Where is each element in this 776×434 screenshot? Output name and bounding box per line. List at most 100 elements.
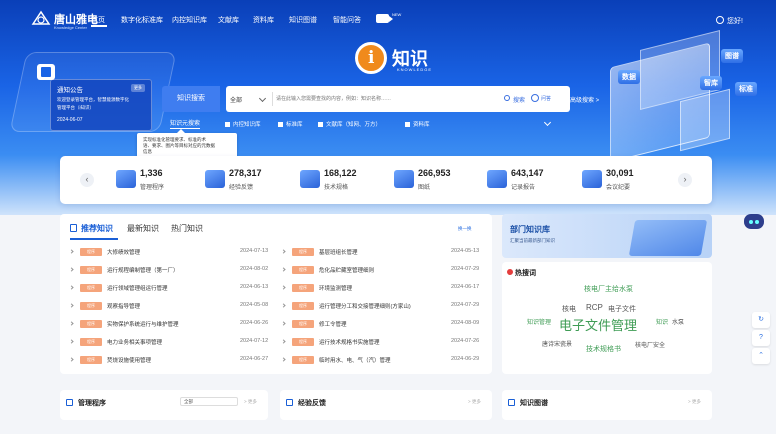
search-type-button[interactable]: 知识搜索	[162, 86, 220, 112]
item-title[interactable]: 运行技术规格书实施管理	[319, 338, 380, 346]
list-item[interactable]: 程序 基层班组长管理 2024-05-13	[281, 248, 487, 258]
hot-word[interactable]: RCP	[586, 303, 603, 312]
qa-icon[interactable]	[531, 94, 539, 102]
filter-checkbox[interactable]: 内控知识库	[225, 120, 261, 128]
list-item[interactable]: 程序 修工令管理 2024-08-09	[281, 320, 487, 330]
hot-word[interactable]: 知识管理	[527, 317, 551, 326]
refresh-button[interactable]: 换一换	[458, 226, 472, 232]
drawing-icon	[394, 170, 414, 188]
search-input[interactable]	[276, 92, 476, 106]
more-link[interactable]: > 更多	[688, 399, 701, 405]
category-badge: 程序	[80, 302, 102, 310]
search-scope-select[interactable]: 全部	[230, 95, 242, 104]
user-greeting[interactable]: 您好!	[727, 16, 743, 26]
hot-word[interactable]: 电子文件	[608, 304, 636, 314]
item-title[interactable]: 环境监测管理	[319, 284, 352, 292]
nav-smart-qa[interactable]: 智能问答	[333, 15, 361, 25]
meeting-icon	[582, 170, 602, 188]
item-title[interactable]: 大修绩效管理	[107, 248, 140, 256]
nav-standard-library[interactable]: 数字化标准库	[121, 15, 163, 25]
search-bar: 知识搜索 全部 搜索 问答	[162, 86, 570, 112]
hot-word[interactable]: 核电厂安全	[635, 340, 665, 349]
list-item[interactable]: 程序 焚烧设施使用管理 2024-06-27	[69, 356, 275, 366]
nav-literature-library[interactable]: 文献库	[218, 15, 239, 25]
help-icon[interactable]: ?	[752, 330, 770, 346]
item-title[interactable]: 运行领域管理组运行管理	[107, 284, 168, 292]
filter-checkbox[interactable]: 文献库（知网、万方）	[318, 120, 381, 128]
stat-item[interactable]: 643,147 记录报告	[487, 166, 577, 196]
stat-item[interactable]: 266,953 图纸	[394, 166, 484, 196]
procedure-icon	[66, 399, 73, 406]
hero-tag: 数据	[618, 70, 640, 84]
live-video-icon[interactable]	[376, 14, 393, 23]
stat-item[interactable]: 168,122 技术规格	[300, 166, 390, 196]
search-icon[interactable]	[504, 95, 510, 101]
item-title[interactable]: 实物保护系统运行与维护管理	[107, 320, 179, 328]
item-date: 2024-07-29	[451, 266, 480, 272]
knowledge-element-search-tab[interactable]: 知识元搜索	[170, 118, 201, 129]
search-button[interactable]: 搜索	[513, 95, 525, 104]
list-item[interactable]: 程序 运行技术规格书实施管理 2024-07-26	[281, 338, 487, 348]
item-title[interactable]: 基层班组长管理	[319, 248, 358, 256]
item-date: 2024-07-12	[240, 338, 269, 344]
list-item[interactable]: 程序 运行领域管理组运行管理 2024-06-13	[69, 284, 275, 294]
ask-button[interactable]: 问答	[541, 95, 551, 102]
nav-knowledge-graph[interactable]: 知识图谱	[289, 15, 317, 25]
list-item[interactable]: 程序 实物保护系统运行与维护管理 2024-06-26	[69, 320, 275, 330]
hot-word[interactable]: 水泵	[672, 317, 684, 326]
hero-subtitle: KNOWLEDGE	[397, 67, 433, 72]
chevron-right-icon	[69, 303, 74, 308]
filter-checkbox[interactable]: 标准库	[278, 120, 303, 128]
more-link[interactable]: > 更多	[468, 399, 481, 405]
category-select[interactable]: 全部	[180, 397, 238, 406]
notice-more-button[interactable]: 更多	[131, 84, 145, 92]
hot-word[interactable]: 核电厂主给水泵	[584, 284, 633, 294]
panel-title: 知识图谱	[520, 400, 548, 407]
chevron-right-icon[interactable]: ›	[678, 173, 692, 187]
item-title[interactable]: 运行管理分工和交接管理细则(方家山)	[319, 302, 411, 310]
hot-word[interactable]: 唐诗宋瓷景	[542, 339, 572, 348]
hot-word[interactable]: 知识	[656, 317, 668, 326]
list-item[interactable]: 程序 大修绩效管理 2024-07-13	[69, 248, 275, 258]
nav-internal-control-library[interactable]: 内控知识库	[172, 15, 207, 25]
tab-recommended[interactable]: 推荐知识	[81, 223, 113, 234]
hot-word[interactable]: 电子文件管理	[559, 315, 637, 334]
nav-resource-library[interactable]: 资料库	[253, 15, 274, 25]
list-item[interactable]: 程序 危化品贮藏室管理细则 2024-07-29	[281, 266, 487, 276]
tab-latest[interactable]: 最新知识	[127, 223, 159, 234]
tab-popular[interactable]: 热门知识	[171, 223, 203, 234]
item-title[interactable]: 焚烧设施使用管理	[107, 356, 151, 364]
item-title[interactable]: 观察指导管理	[107, 302, 140, 310]
hot-word[interactable]: 技术规格书	[586, 344, 621, 354]
more-link[interactable]: > 更多	[244, 399, 257, 405]
stat-item[interactable]: 1,336 管理程序	[116, 166, 206, 196]
list-item[interactable]: 程序 电力业务相关事项管理 2024-07-12	[69, 338, 275, 348]
item-title[interactable]: 修工令管理	[319, 320, 347, 328]
stat-item[interactable]: 30,091 会议纪要	[582, 166, 672, 196]
filter-checkbox[interactable]: 资料库	[405, 120, 430, 128]
assistant-robot-icon[interactable]	[742, 210, 766, 234]
notice-card[interactable]: 通知公告 更多 欢迎登录管理平台，智慧能源数字化 管理平台（i知识） 2024-…	[37, 64, 152, 131]
stat-item[interactable]: 278,317 经验反馈	[205, 166, 295, 196]
list-item[interactable]: 程序 临时用水、电、气（汽）管理 2024-06-29	[281, 356, 487, 366]
item-title[interactable]: 临时用水、电、气（汽）管理	[319, 356, 391, 364]
chevron-down-icon[interactable]	[543, 118, 552, 127]
refresh-icon[interactable]: ↻	[752, 312, 770, 328]
department-library-card[interactable]: 部门知识库 汇聚当前最新部门知识	[502, 214, 712, 258]
chevron-down-icon[interactable]	[258, 94, 267, 103]
hot-word[interactable]: 核电	[562, 304, 576, 314]
item-title[interactable]: 危化品贮藏室管理细则	[319, 266, 374, 274]
user-icon[interactable]	[716, 16, 724, 24]
notice-title: 通知公告	[57, 87, 83, 94]
list-item[interactable]: 程序 环境监测管理 2024-06-17	[281, 284, 487, 294]
advanced-search-link[interactable]: 高级搜索 >	[570, 95, 599, 104]
item-title[interactable]: 电力业务相关事项管理	[107, 338, 162, 346]
chevron-left-icon[interactable]: ‹	[80, 173, 94, 187]
list-item[interactable]: 程序 运行规程编制管理（第一厂） 2024-08-02	[69, 266, 275, 276]
list-item[interactable]: 程序 运行管理分工和交接管理细则(方家山) 2024-07-29	[281, 302, 487, 312]
notice-text-line: 管理平台（i知识）	[57, 105, 94, 110]
nav-home[interactable]: 首页	[91, 15, 105, 25]
item-title[interactable]: 运行规程编制管理（第一厂）	[107, 266, 179, 274]
list-item[interactable]: 程序 观察指导管理 2024-05-08	[69, 302, 275, 312]
back-to-top-icon[interactable]: ⌃	[752, 348, 770, 364]
